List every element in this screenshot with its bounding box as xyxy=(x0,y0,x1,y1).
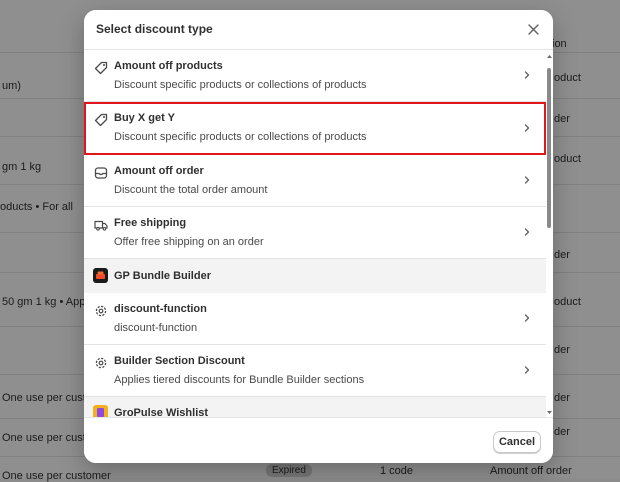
select-discount-type-modal: Select discount type Amount off products… xyxy=(84,10,553,463)
scroll-down-arrow-icon[interactable] xyxy=(546,409,553,416)
gropulse-wishlist-app-icon xyxy=(93,405,108,417)
bg-row-type: oduct xyxy=(554,296,581,308)
option-free-shipping[interactable]: Free shipping Offer free shipping on an … xyxy=(84,207,546,259)
modal-header: Select discount type xyxy=(84,10,553,50)
scroll-up-arrow-icon[interactable] xyxy=(546,53,553,60)
section-title: GroPulse Wishlist xyxy=(114,407,209,417)
option-title: Buy X get Y xyxy=(114,112,175,124)
chevron-right-icon xyxy=(524,228,530,236)
truck-icon xyxy=(94,220,108,231)
bg-row-text: One use per custo xyxy=(2,432,92,444)
option-builder-section-discount[interactable]: Builder Section Discount Applies tiered … xyxy=(84,345,546,397)
option-discount-function[interactable]: discount-function discount-function xyxy=(84,293,546,345)
scroll-thumb[interactable] xyxy=(547,68,551,228)
bg-type-text: Amount off order xyxy=(490,465,572,477)
bg-row-text: One use per custo xyxy=(2,392,92,404)
bg-row-text: 50 gm 1 kg • Appl xyxy=(2,296,88,308)
option-subtitle: Discount specific products or collection… xyxy=(114,131,367,143)
gear-icon xyxy=(95,305,107,317)
option-amount-off-order[interactable]: Amount off order Discount the total orde… xyxy=(84,155,546,207)
tag-icon xyxy=(94,113,108,127)
bg-row-type: der xyxy=(554,344,570,356)
chevron-right-icon xyxy=(524,366,530,374)
section-title: GP Bundle Builder xyxy=(114,270,211,282)
close-icon xyxy=(527,23,539,35)
chevron-right-icon xyxy=(524,176,530,184)
bg-row-type: oduct xyxy=(554,72,581,84)
chevron-right-icon xyxy=(524,124,530,132)
option-subtitle: Discount specific products or collection… xyxy=(114,79,367,91)
option-subtitle: Discount the total order amount xyxy=(114,184,268,196)
gear-icon xyxy=(95,357,107,369)
bg-row-type: der xyxy=(554,249,570,261)
bg-row-text: One use per customer xyxy=(2,470,111,482)
cancel-button[interactable]: Cancel xyxy=(493,431,541,453)
bg-status-badge: Expired xyxy=(266,464,312,477)
option-title: Amount off order xyxy=(114,165,204,177)
list-scrollbar[interactable] xyxy=(546,50,553,417)
option-title: Amount off products xyxy=(114,60,223,72)
option-title: Free shipping xyxy=(114,217,187,229)
chevron-right-icon xyxy=(524,314,530,322)
option-amount-off-products[interactable]: Amount off products Discount specific pr… xyxy=(84,50,546,102)
bg-row-type: oduct xyxy=(554,153,581,165)
modal-footer: Cancel xyxy=(84,417,553,463)
option-subtitle: Offer free shipping on an order xyxy=(114,236,264,248)
option-subtitle: Applies tiered discounts for Bundle Buil… xyxy=(114,374,365,386)
bg-code-count: 1 code xyxy=(380,465,414,477)
modal-title: Select discount type xyxy=(96,22,213,36)
cart-icon xyxy=(94,167,108,179)
option-buy-x-get-y[interactable]: Buy X get Y Discount specific products o… xyxy=(84,102,546,155)
bg-row-type: der xyxy=(554,392,570,404)
bg-row-text: um) xyxy=(2,80,21,92)
app-section-gropulse-wishlist: GroPulse Wishlist xyxy=(84,397,546,417)
option-title: Builder Section Discount xyxy=(114,355,245,367)
gp-bundle-builder-app-icon xyxy=(93,268,108,283)
bg-row-text: gm 1 kg xyxy=(2,161,42,173)
option-title: discount-function xyxy=(114,303,207,315)
bg-column-header: ion xyxy=(552,38,567,50)
app-section-gp-bundle-builder: GP Bundle Builder xyxy=(84,259,546,293)
option-subtitle: discount-function xyxy=(114,322,198,334)
bg-row-type: der xyxy=(554,426,570,438)
close-button[interactable] xyxy=(523,19,543,39)
tag-icon xyxy=(94,61,108,75)
bg-row-type: der xyxy=(554,113,570,125)
bg-row-text: oducts • For all xyxy=(0,201,73,213)
discount-type-list: Amount off products Discount specific pr… xyxy=(84,50,546,417)
chevron-right-icon xyxy=(524,71,530,79)
